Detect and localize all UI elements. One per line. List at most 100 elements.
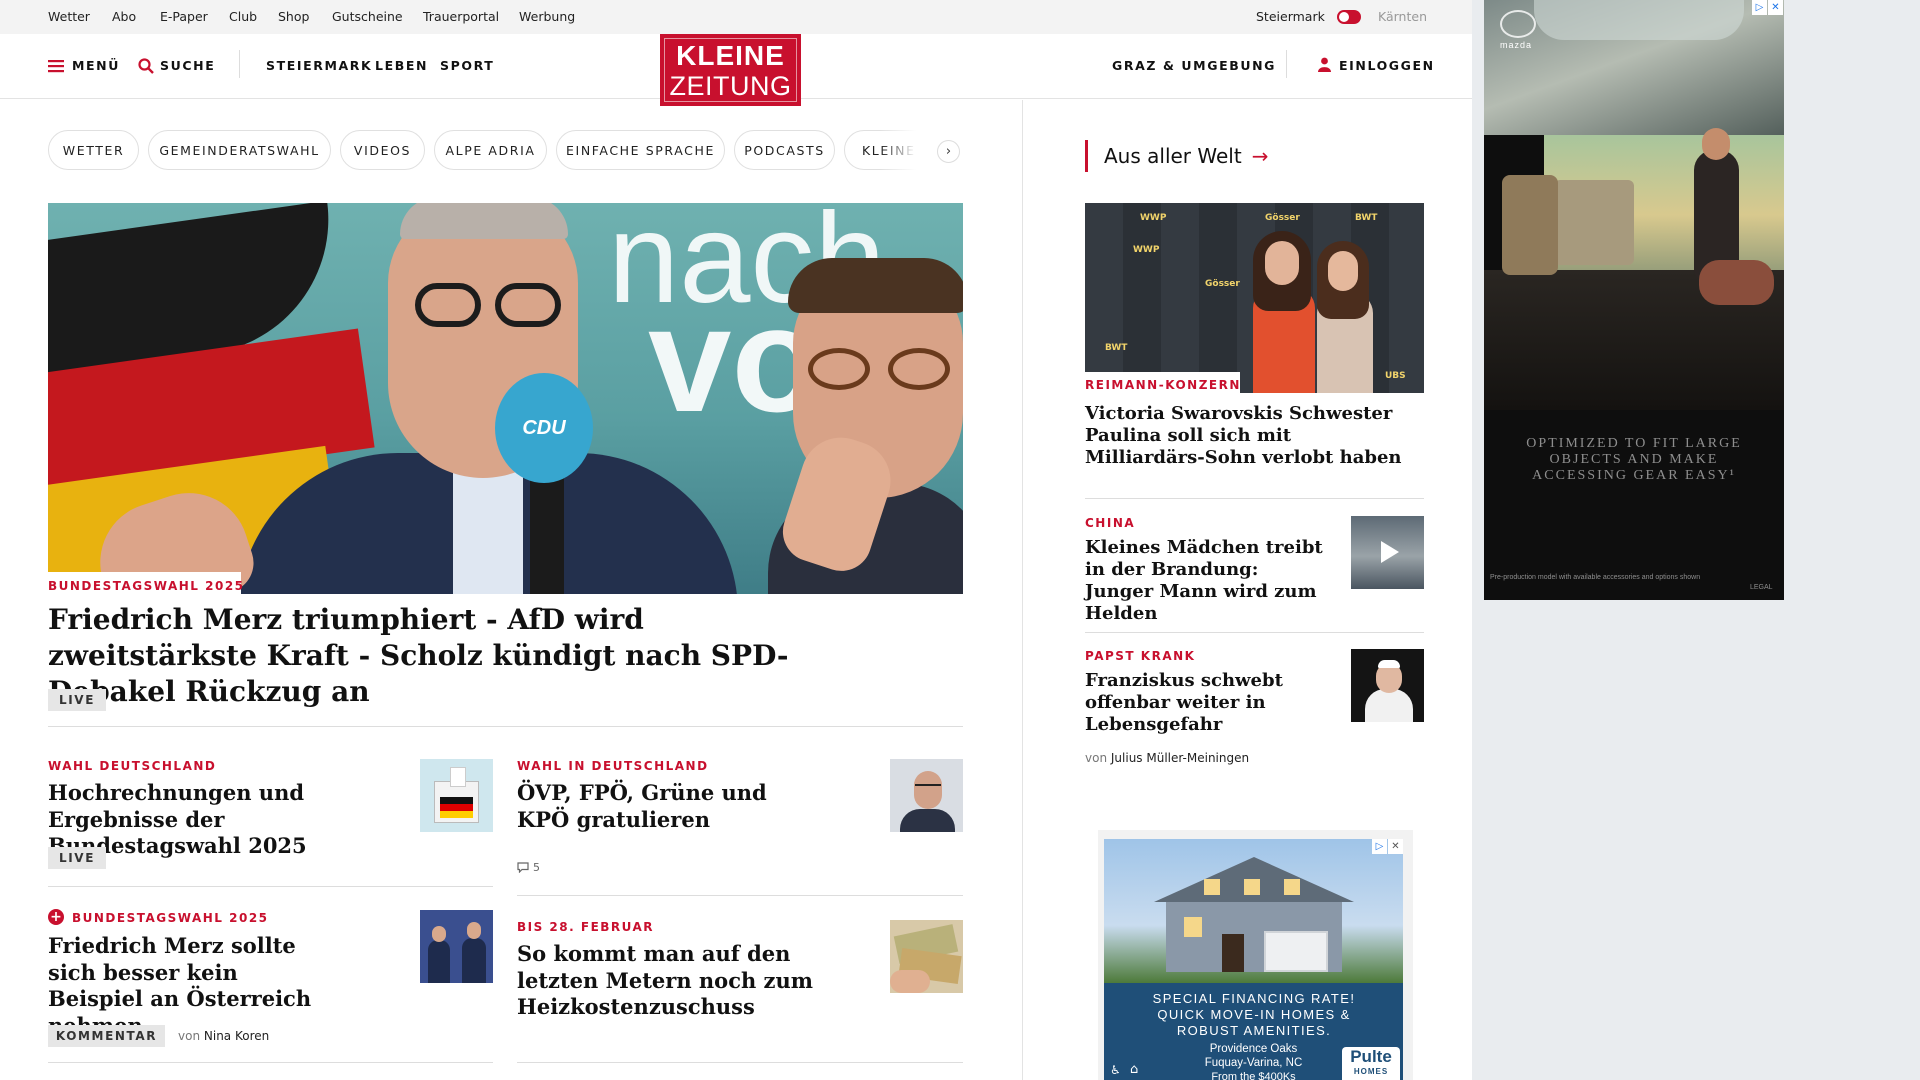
article-thumbnail-portrait[interactable] <box>890 759 963 832</box>
util-link-abo[interactable]: Abo <box>112 9 136 24</box>
ballot-flag-gold <box>440 811 473 818</box>
search-label: SUCHE <box>160 58 216 73</box>
article-kicker: WAHL IN DEUTSCHLAND <box>517 759 709 773</box>
portrait-glasses <box>915 784 941 790</box>
sidebar-headline[interactable]: Franziskus schwebt offenbar weiter in Le… <box>1085 670 1295 736</box>
article-thumbnail-ballot[interactable] <box>420 759 493 832</box>
sidebar-title[interactable]: Aus aller Welt → <box>1104 143 1268 169</box>
comment-count-value: 5 <box>533 861 540 874</box>
house-garage <box>1264 931 1328 972</box>
glasses-lens-left <box>808 348 870 390</box>
pope-thumbnail[interactable] <box>1351 649 1424 722</box>
region-label-kaernten: Kärnten <box>1378 9 1427 24</box>
ad-mazda-woman-head <box>1702 128 1730 160</box>
comment-icon <box>517 862 529 873</box>
ad-homes[interactable]: SPECIAL FINANCING RATE! QUICK MOVE-IN HO… <box>1098 830 1413 1080</box>
search-icon <box>138 58 154 74</box>
ad-mazda-legal: LEGAL <box>1750 584 1773 591</box>
hamburger-icon <box>48 60 64 73</box>
topic-pill-einfache-sprache[interactable]: EINFACHE SPRACHE <box>556 130 725 170</box>
util-link-gutscheine[interactable]: Gutscheine <box>332 9 403 24</box>
topic-pill-alpe-adria[interactable]: ALPE ADRIA <box>434 130 547 170</box>
topic-pill-podcasts[interactable]: PODCASTS <box>734 130 835 170</box>
article-divider <box>517 895 963 896</box>
util-link-wetter[interactable]: Wetter <box>48 9 90 24</box>
ad-mazda-sunroof <box>1534 0 1744 40</box>
ad-choices-icon[interactable]: ▷ <box>1372 839 1387 854</box>
article-thumbnail-money[interactable] <box>890 920 963 993</box>
sponsor-logo: BWT <box>1105 343 1128 353</box>
glasses-lens-right <box>495 283 561 327</box>
feature-headline[interactable]: Victoria Swarovskis Schwester Paulina so… <box>1085 403 1415 469</box>
region-label-steiermark: Steiermark <box>1256 9 1325 24</box>
region-select-graz[interactable]: GRAZ & UMGEBUNG <box>1112 58 1276 73</box>
ad-choices-icon[interactable]: ▷ <box>1752 0 1767 15</box>
menu-button[interactable]: MENÜ <box>48 58 118 74</box>
article-headline[interactable]: So kommt man auf den letzten Metern noch… <box>517 941 817 1021</box>
util-link-shop[interactable]: Shop <box>278 9 309 24</box>
sidebar-author: von Julius Müller-Meiningen <box>1085 751 1249 765</box>
sponsor-logo: Gösser <box>1265 213 1300 223</box>
podium-head-left <box>432 926 446 942</box>
ad-mazda-cooler <box>1554 180 1634 265</box>
login-label: EINLOGGEN <box>1339 58 1435 73</box>
arrow-right-icon: → <box>1251 144 1269 168</box>
util-link-epaper[interactable]: E-Paper <box>160 9 208 24</box>
search-button[interactable]: SUCHE <box>138 58 214 74</box>
utility-bar: Wetter Abo E-Paper Club Shop Gutscheine … <box>0 0 1472 34</box>
sidebar-divider <box>1085 498 1424 499</box>
pill-fade <box>880 130 916 170</box>
ad-mazda-tagline: OPTIMIZED TO FIT LARGE OBJECTS AND MAKE … <box>1526 436 1742 483</box>
topic-pill-videos[interactable]: VIDEOS <box>340 130 425 170</box>
equal-housing-icon: ⌂ <box>1130 1062 1139 1077</box>
region-toggle[interactable] <box>1337 10 1361 24</box>
util-link-werbung[interactable]: Werbung <box>519 9 575 24</box>
article-thumbnail-podium[interactable] <box>420 910 493 983</box>
nav-leben[interactable]: LEBEN <box>375 58 428 73</box>
ad-mazda[interactable]: mazda OPTIMIZED TO FIT LARGE OBJECTS AND… <box>1484 0 1784 600</box>
article-headline[interactable]: Friedrich Merz sollte sich besser kein B… <box>48 933 318 1039</box>
news-site: Wetter Abo E-Paper Club Shop Gutscheine … <box>0 0 1472 1080</box>
sidebar-title-bar <box>1085 140 1088 172</box>
article-divider <box>48 1062 493 1063</box>
person-2-glasses <box>808 348 958 392</box>
lead-article-image[interactable]: nach vo CDU <box>48 203 963 594</box>
column-divider <box>1022 100 1023 1080</box>
microphone-label: CDU <box>522 416 566 439</box>
glasses-lens-right <box>888 348 950 390</box>
person-1-glasses <box>403 283 573 331</box>
util-link-club[interactable]: Club <box>229 9 257 24</box>
commentary-badge: KOMMENTAR <box>48 1025 165 1047</box>
topic-pill-wetter[interactable]: WETTER <box>48 130 139 170</box>
ad-close-icon[interactable]: ✕ <box>1768 0 1783 15</box>
woman-2-face <box>1328 251 1358 291</box>
ballot-paper <box>450 767 466 787</box>
portrait-head <box>914 771 942 809</box>
article-headline[interactable]: ÖVP, FPÖ, Grüne und KPÖ gratulieren <box>517 780 807 833</box>
nav-steiermark[interactable]: STEIERMARK <box>266 58 372 73</box>
topic-pill-gemeinderatswahl[interactable]: GEMEINDERATSWAHL <box>148 130 331 170</box>
ad-homes-photo <box>1104 839 1403 983</box>
sidebar-headline[interactable]: Kleines Mädchen treibt in der Brandung: … <box>1085 537 1325 625</box>
person-1-hair <box>400 203 568 239</box>
nav-sport[interactable]: SPORT <box>440 58 494 73</box>
ad-mazda-blanket <box>1699 260 1774 305</box>
lead-headline[interactable]: Friedrich Merz triumphiert - AfD wird zw… <box>48 602 848 710</box>
article-author: von Nina Koren <box>178 1029 269 1043</box>
article-kicker: WAHL DEUTSCHLAND <box>48 759 217 773</box>
user-icon <box>1318 57 1331 72</box>
ad-close-icon[interactable]: ✕ <box>1388 839 1403 854</box>
comment-count[interactable]: 5 <box>517 861 557 875</box>
logo-bottom-text: ZEITUNG <box>669 71 792 101</box>
login-button[interactable]: EINLOGGEN <box>1318 57 1433 75</box>
live-badge: LIVE <box>48 847 106 869</box>
house-window <box>1244 879 1260 895</box>
site-logo[interactable]: KLEINE ZEITUNG <box>660 34 801 106</box>
author-prefix: von <box>178 1029 201 1043</box>
topics-next-button[interactable]: › <box>937 140 960 163</box>
lead-live-badge: LIVE <box>48 689 106 711</box>
util-link-trauerportal[interactable]: Trauerportal <box>423 9 499 24</box>
feature-article-image[interactable]: WWP Gösser BWT WWP Gösser BWT UBS <box>1085 203 1424 393</box>
video-thumbnail[interactable] <box>1351 516 1424 589</box>
house-window <box>1204 879 1220 895</box>
